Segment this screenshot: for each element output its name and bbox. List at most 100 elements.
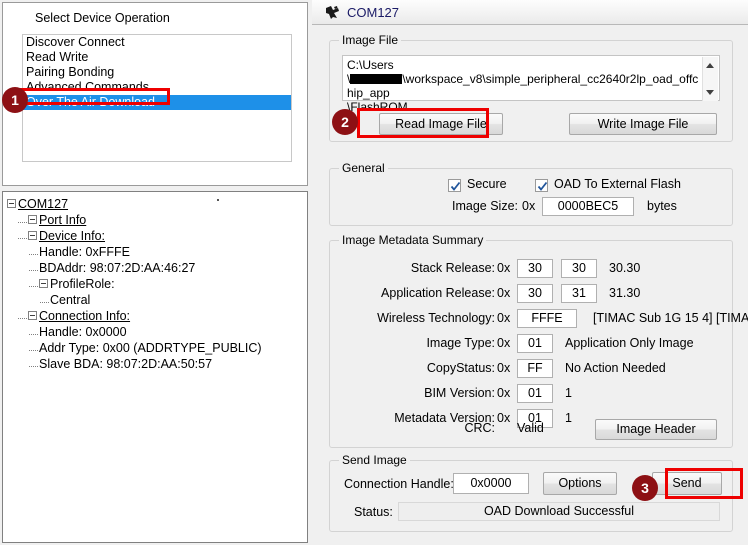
image-size-row: Image Size: 0x 0000BEC5 bytes [330, 197, 732, 217]
step-badge-1: 1 [2, 87, 28, 113]
tree-node-label: Port Info [39, 213, 87, 227]
tree-node[interactable]: Handle: 0xFFFE [7, 244, 303, 260]
tree-connector [29, 358, 38, 368]
tree-connector [29, 246, 38, 256]
tree-node[interactable]: Central [7, 292, 303, 308]
send-image-group: Send Image Connection Handle: 0x0000 Opt… [329, 453, 733, 532]
tree-expander-icon[interactable] [28, 231, 37, 241]
metadata-row-label: Image Type: [426, 336, 495, 350]
crc-label: CRC: [464, 421, 495, 435]
metadata-row-description: No Action Needed [565, 361, 666, 375]
path-line-3: \FlashROM [347, 100, 408, 114]
operation-list-item[interactable]: Advanced Commands [23, 80, 291, 95]
tree-connector [18, 230, 27, 240]
tree-connector [29, 342, 38, 352]
metadata-row-description: [TIMAC Sub 1G 15 4] [TIMAC ... [593, 311, 748, 325]
metadata-value-input[interactable]: 01 [517, 384, 553, 403]
right-column: COM127 Image File C:\Users \ \workspace_v8… [312, 0, 748, 545]
path-line-1: C:\Users [347, 58, 394, 72]
send-image-group-label: Send Image [339, 453, 410, 467]
connection-handle-label: Connection Handle: [344, 477, 454, 491]
tree-node-label: Device Info: [39, 229, 106, 243]
operation-list-item[interactable]: Over The Air Download [23, 95, 291, 110]
write-image-file-button[interactable]: Write Image File [569, 113, 717, 135]
metadata-row: Wireless Technology: 0x FFFE [TIMAC Sub 1G … [330, 309, 748, 329]
tree-node-label: Addr Type: 0x00 (ADDRTYPE_PUBLIC) [39, 341, 262, 355]
tree-node-label: ProfileRole: [50, 277, 115, 291]
metadata-value-input-secondary[interactable]: 30 [561, 259, 597, 278]
image-file-path-box[interactable]: C:\Users \ \workspace_v8\simple_peripheral… [342, 55, 720, 114]
metadata-hex-prefix: 0x [497, 336, 511, 350]
ti-logo-icon [325, 5, 340, 20]
tree-connector [29, 278, 38, 288]
secure-checkbox[interactable] [448, 179, 461, 192]
tree-connector [18, 310, 27, 320]
operation-list-item[interactable]: Pairing Bonding [23, 65, 291, 80]
metadata-row: Stack Release: 0x 30 30 30.30 [330, 259, 732, 279]
image-file-group: Image File C:\Users \ \workspace_v8\simple… [329, 33, 733, 142]
image-file-path-text: C:\Users \ \workspace_v8\simple_peripheral… [347, 58, 699, 114]
image-file-group-label: Image File [339, 33, 402, 47]
device-operation-list[interactable]: Discover Connect Read Write Pairing Bondin… [22, 34, 292, 162]
tree-expander-icon[interactable] [7, 199, 16, 209]
image-size-input[interactable]: 0000BEC5 [542, 197, 634, 216]
metadata-row: CopyStatus: 0x FF No Action Needed [330, 359, 732, 379]
device-info-tree[interactable]: COM127 Port Info Device Info: Handle: 0xFFF… [7, 196, 303, 372]
options-button[interactable]: Options [543, 472, 617, 495]
metadata-value-input-secondary[interactable]: 31 [561, 284, 597, 303]
oad-external-flash-label: OAD To External Flash [554, 177, 681, 191]
tree-node-label: Central [50, 293, 91, 307]
status-label: Status: [354, 505, 393, 519]
caret-down-icon[interactable] [706, 90, 714, 95]
tree-node[interactable]: COM127 [7, 196, 303, 212]
connection-handle-input[interactable]: 0x0000 [453, 473, 529, 494]
tree-expander-icon[interactable] [39, 279, 48, 289]
tree-node[interactable]: Connection Info: [7, 308, 303, 324]
metadata-row: BIM Version: 0x 01 1 [330, 384, 732, 404]
tree-expander-icon[interactable] [28, 311, 37, 321]
general-group-label: General [339, 161, 388, 175]
image-size-hex-prefix: 0x [522, 199, 536, 213]
metadata-value-input[interactable]: 30 [517, 259, 553, 278]
metadata-row-description: 31.30 [609, 286, 641, 300]
device-operation-panel: Select Device Operation Discover Connect… [2, 2, 308, 186]
metadata-row: Image Type: 0x 01 Application Only Image [330, 334, 732, 354]
tree-node[interactable]: Addr Type: 0x00 (ADDRTYPE_PUBLIC) [7, 340, 303, 356]
tree-connector [18, 214, 27, 224]
tree-connector [29, 326, 38, 336]
tree-node[interactable]: Device Info: [7, 228, 303, 244]
tree-node[interactable]: BDAddr: 98:07:2D:AA:46:27 [7, 260, 303, 276]
oad-external-flash-checkbox[interactable] [535, 179, 548, 192]
metadata-hex-prefix: 0x [497, 261, 511, 275]
metadata-value-input[interactable]: FFFE [517, 309, 577, 328]
left-column: Select Device Operation Discover Connect… [0, 0, 312, 545]
metadata-row-label: BIM Version: [424, 386, 495, 400]
tree-node[interactable]: Slave BDA: 98:07:2D:AA:50:57 [7, 356, 303, 372]
tree-node-label: COM127 [18, 197, 69, 211]
step-badge-3: 3 [632, 475, 658, 501]
operation-list-item[interactable]: Discover Connect [23, 35, 291, 50]
window-title: COM127 [347, 5, 400, 20]
tree-node[interactable]: Handle: 0x0000 [7, 324, 303, 340]
operation-list-item[interactable]: Read Write [23, 50, 291, 65]
window-titlebar: COM127 [312, 0, 748, 25]
metadata-row-label: Wireless Technology: [377, 311, 495, 325]
send-button[interactable]: Send [652, 472, 722, 495]
metadata-value-input[interactable]: FF [517, 359, 553, 378]
tree-connector [40, 294, 49, 304]
tree-node-label: Handle: 0xFFFE [39, 245, 131, 259]
path-box-scrollbar[interactable] [702, 57, 718, 101]
secure-label: Secure [467, 177, 507, 191]
tree-connector [29, 262, 38, 272]
metadata-row-description: 1 [565, 386, 572, 400]
crc-value: Valid [517, 421, 544, 435]
tree-node[interactable]: Port Info [7, 212, 303, 228]
caret-up-icon[interactable] [706, 63, 714, 68]
metadata-value-input[interactable]: 30 [517, 284, 553, 303]
image-size-unit: bytes [647, 199, 677, 213]
metadata-value-input[interactable]: 01 [517, 334, 553, 353]
image-header-button[interactable]: Image Header [595, 419, 717, 440]
tree-node[interactable]: ProfileRole: [7, 276, 303, 292]
tree-expander-icon[interactable] [28, 215, 37, 225]
read-image-file-button[interactable]: Read Image File [379, 113, 503, 135]
